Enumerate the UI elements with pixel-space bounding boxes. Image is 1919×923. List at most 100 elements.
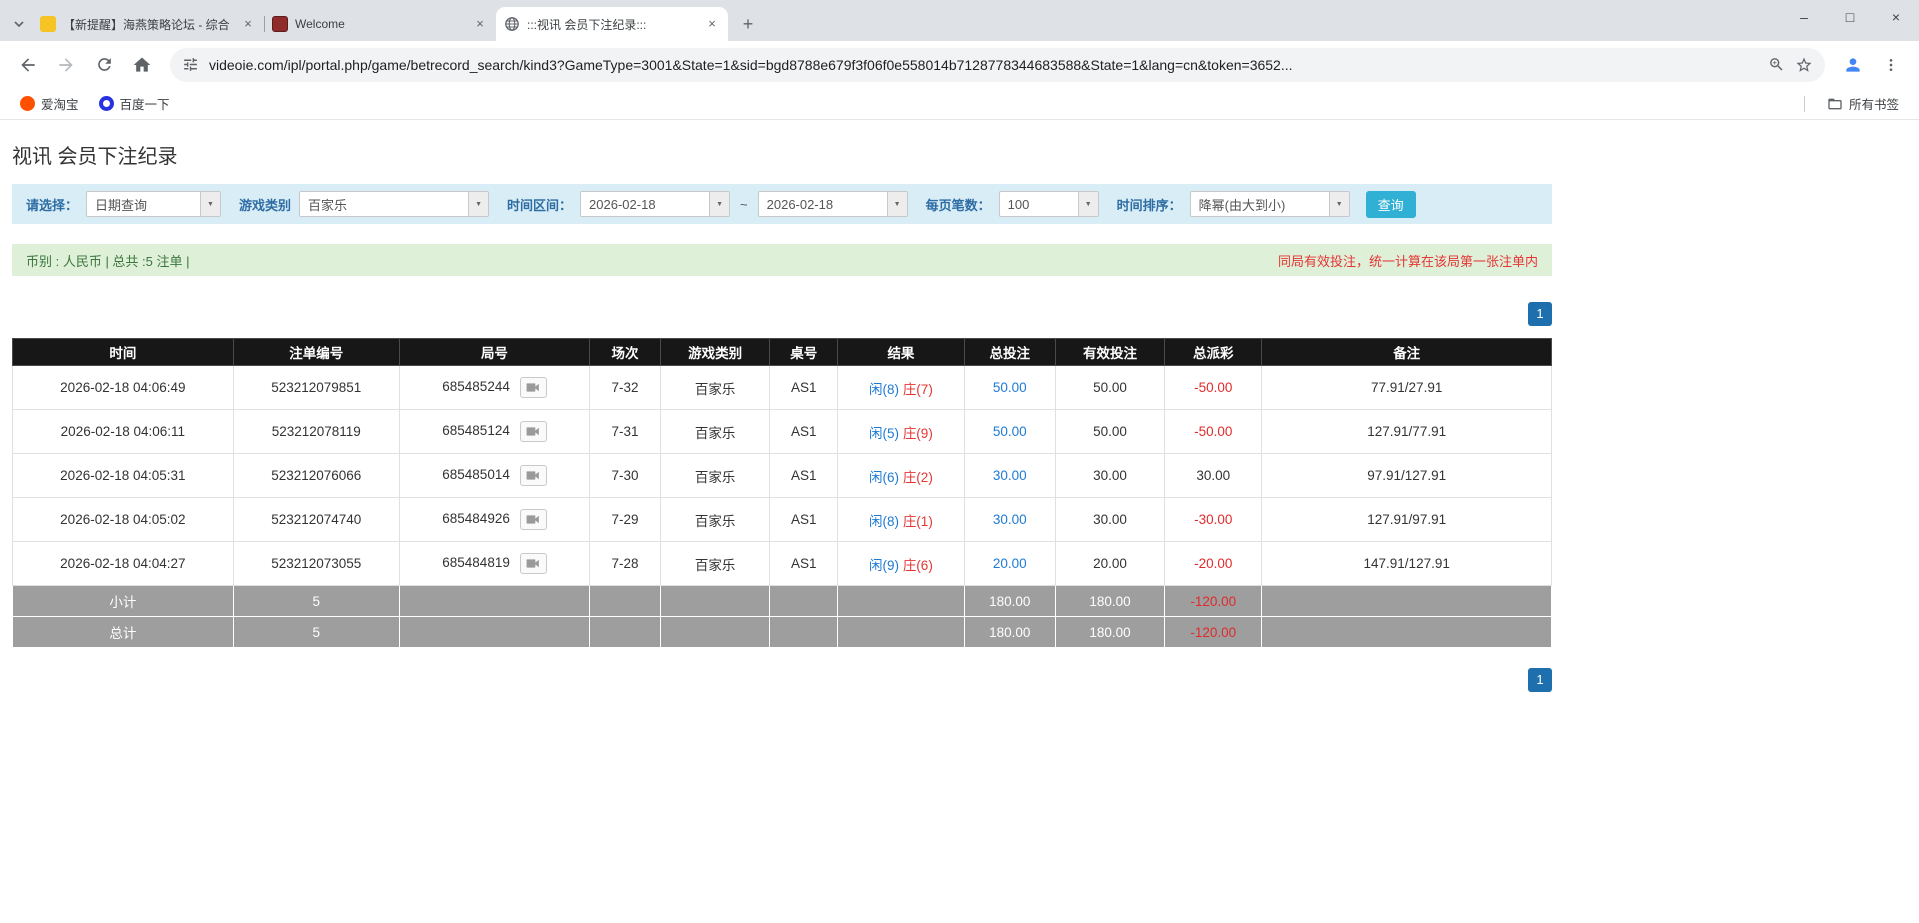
page-1-button[interactable]: 1 (1528, 302, 1552, 326)
address-bar[interactable]: videoie.com/ipl/portal.php/game/betrecor… (170, 48, 1825, 82)
tab-close-icon[interactable]: × (472, 16, 488, 32)
cell-note: 77.91/27.91 (1262, 366, 1552, 410)
tab-bet-records[interactable]: :::视讯 会员下注纪录::: × (496, 7, 728, 41)
tab-search-button[interactable] (6, 7, 32, 41)
query-button[interactable]: 查询 (1366, 191, 1416, 218)
url-text[interactable]: videoie.com/ipl/portal.php/game/betrecor… (209, 57, 1758, 73)
sort-select[interactable]: 降幂(由大到小) ▼ (1190, 191, 1350, 217)
videocam-icon (526, 514, 540, 525)
cell-time: 2026-02-18 04:05:31 (13, 454, 234, 498)
video-replay-button[interactable] (520, 421, 547, 442)
cell-game: 百家乐 (660, 454, 769, 498)
forward-button[interactable] (48, 47, 84, 83)
cell-bet-no: 523212073055 (233, 542, 399, 586)
table-row: 2026-02-18 04:06:11 523212078119 6854851… (13, 410, 1552, 454)
total-count: 5 (233, 617, 399, 648)
cell-time: 2026-02-18 04:04:27 (13, 542, 234, 586)
tab-close-icon[interactable]: × (704, 16, 720, 32)
result-banker: 庄(2) (903, 470, 933, 485)
table-row: 2026-02-18 04:06:49 523212079851 6854852… (13, 366, 1552, 410)
close-button[interactable]: × (1873, 0, 1919, 34)
cell-payout: -30.00 (1165, 498, 1262, 542)
pagination-top: 1 (12, 302, 1552, 326)
col-payout: 总派彩 (1165, 339, 1262, 366)
cell-table-no: AS1 (770, 454, 838, 498)
cell-round-no: 685485124 (399, 410, 589, 454)
bookmark-label: 百度一下 (120, 94, 170, 113)
browser-menu-button[interactable] (1873, 47, 1909, 83)
cell-session: 7-32 (590, 366, 661, 410)
cell-bet-no: 523212076066 (233, 454, 399, 498)
filter-bar: 请选择： 日期查询 ▼ 游戏类别 百家乐 ▼ 时间区间： 2026-02-18 … (12, 184, 1552, 224)
col-bet-no: 注单编号 (233, 339, 399, 366)
per-page-select[interactable]: 100 ▼ (999, 191, 1099, 217)
cell-time: 2026-02-18 04:06:11 (13, 410, 234, 454)
cell-total-bet[interactable]: 20.00 (964, 542, 1055, 586)
tab-forum[interactable]: 【新提醒】海燕策略论坛 - 综合 × (32, 7, 264, 41)
total-payout: -120.00 (1165, 617, 1262, 648)
cell-result: 闲(5) 庄(9) (838, 410, 965, 454)
minimize-button[interactable]: – (1781, 0, 1827, 34)
bookmark-star-icon[interactable] (1795, 56, 1813, 74)
maximize-button[interactable]: □ (1827, 0, 1873, 34)
video-replay-button[interactable] (520, 553, 547, 574)
refresh-button[interactable] (86, 47, 122, 83)
table-row: 2026-02-18 04:05:02 523212074740 6854849… (13, 498, 1552, 542)
cell-valid-bet: 20.00 (1055, 542, 1164, 586)
all-bookmarks-button[interactable]: 所有书签 (1819, 91, 1907, 116)
bookmark-aitaobao[interactable]: 爱淘宝 (12, 91, 87, 116)
tab-strip: 【新提醒】海燕策略论坛 - 综合 × Welcome × :::视讯 会员下注纪… (0, 0, 1919, 41)
site-settings-tune-icon[interactable] (182, 56, 199, 73)
zoom-icon[interactable] (1768, 56, 1785, 73)
subtotal-payout: -120.00 (1165, 586, 1262, 617)
cell-total-bet[interactable]: 50.00 (964, 366, 1055, 410)
cell-payout: 30.00 (1165, 454, 1262, 498)
result-player: 闲(6) (869, 470, 899, 485)
profile-button[interactable] (1835, 47, 1871, 83)
home-button[interactable] (124, 47, 160, 83)
result-banker: 庄(1) (903, 514, 933, 529)
cell-table-no: AS1 (770, 366, 838, 410)
cell-result: 闲(6) 庄(2) (838, 454, 965, 498)
date-to-picker[interactable]: 2026-02-18 ▼ (758, 191, 908, 217)
round-no-text: 685485244 (442, 379, 510, 394)
new-tab-button[interactable]: + (734, 10, 762, 38)
cell-total-bet[interactable]: 30.00 (964, 454, 1055, 498)
cell-time: 2026-02-18 04:05:02 (13, 498, 234, 542)
total-label: 总计 (13, 617, 234, 648)
col-total-bet: 总投注 (964, 339, 1055, 366)
all-bookmarks-label: 所有书签 (1849, 94, 1899, 113)
cell-game: 百家乐 (660, 366, 769, 410)
baidu-icon (99, 96, 114, 111)
page-1-button[interactable]: 1 (1528, 668, 1552, 692)
back-button[interactable] (10, 47, 46, 83)
col-result: 结果 (838, 339, 965, 366)
game-type-select[interactable]: 百家乐 ▼ (299, 191, 489, 217)
forum-favicon-icon (40, 16, 56, 32)
col-round-no: 局号 (399, 339, 589, 366)
pagination-bottom: 1 (12, 668, 1552, 692)
query-type-select[interactable]: 日期查询 ▼ (86, 191, 221, 217)
tab-close-icon[interactable]: × (240, 16, 256, 32)
table-row: 2026-02-18 04:05:31 523212076066 6854850… (13, 454, 1552, 498)
video-replay-button[interactable] (520, 465, 547, 486)
cell-total-bet[interactable]: 50.00 (964, 410, 1055, 454)
cell-result: 闲(8) 庄(7) (838, 366, 965, 410)
videocam-icon (526, 558, 540, 569)
video-replay-button[interactable] (520, 377, 547, 398)
folder-icon (1827, 96, 1843, 112)
cell-note: 97.91/127.91 (1262, 454, 1552, 498)
date-from-picker[interactable]: 2026-02-18 ▼ (580, 191, 730, 217)
video-replay-button[interactable] (520, 509, 547, 530)
tab-welcome[interactable]: Welcome × (264, 7, 496, 41)
notice-text: 同局有效投注，统一计算在该局第一张注单内 (1278, 251, 1538, 270)
kebab-menu-icon (1883, 57, 1899, 73)
result-player: 闲(8) (869, 514, 899, 529)
game-type-value: 百家乐 (300, 195, 468, 214)
bookmark-baidu[interactable]: 百度一下 (91, 91, 178, 116)
cell-game: 百家乐 (660, 410, 769, 454)
chevron-down-icon (13, 18, 25, 30)
bookmarks-divider (1804, 96, 1805, 112)
cell-total-bet[interactable]: 30.00 (964, 498, 1055, 542)
cell-round-no: 685484926 (399, 498, 589, 542)
